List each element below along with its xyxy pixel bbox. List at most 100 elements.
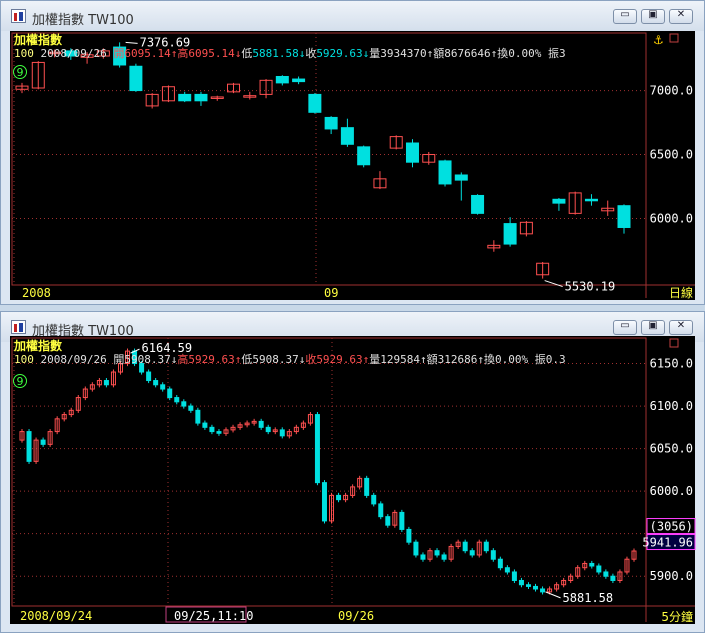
turnover-label: 換: [497, 47, 509, 60]
marker-label: 9: [17, 66, 24, 79]
restore-button[interactable]: ▣: [641, 320, 665, 335]
candle-body: [420, 554, 426, 560]
restore-button[interactable]: ▣: [641, 9, 665, 24]
candle-body: [103, 380, 109, 386]
candle-body: [308, 93, 322, 113]
anchor-icon: ⚓: [653, 33, 664, 47]
close-button[interactable]: ✕: [669, 9, 693, 24]
app-icon: [11, 9, 26, 23]
candle-body: [364, 477, 370, 496]
candle-body: [209, 426, 215, 433]
candle-body: [584, 198, 598, 202]
close-label: 收: [305, 353, 317, 366]
panel-icon: [669, 33, 679, 43]
candle-body: [438, 160, 452, 185]
candle-body: [406, 528, 412, 543]
open-label: 開: [113, 47, 125, 60]
candle-body: [160, 384, 166, 390]
candle-body: [258, 420, 264, 428]
candle-body: [405, 142, 419, 163]
minimize-button[interactable]: ▭: [613, 320, 637, 335]
low-annotation-leader: [545, 591, 561, 599]
close-icon: ✕: [676, 320, 686, 331]
quote-date: 2008/09/26: [40, 353, 107, 366]
candle-body: [434, 550, 440, 556]
period-label: 日線: [669, 285, 693, 300]
x-tick-label: 2008/09/24: [20, 609, 92, 623]
candle-body: [174, 397, 180, 403]
close-button[interactable]: ✕: [669, 320, 693, 335]
close-value: 5929.63: [316, 47, 363, 60]
candle-body: [441, 554, 447, 560]
amount-label: 額: [433, 47, 445, 60]
low-annotation: 5881.58: [563, 591, 614, 605]
candle-body: [195, 409, 201, 424]
y-tick-label: 6500.0: [650, 148, 693, 162]
y-tick-label: 6000.0: [650, 211, 693, 225]
quote-date: 2008/09/26: [40, 47, 107, 60]
candle-body: [490, 550, 496, 560]
candle-body: [40, 439, 46, 445]
candle-body: [533, 585, 539, 590]
minimize-icon: ▭: [620, 9, 630, 20]
candle-body: [265, 426, 271, 433]
turnover-value: 0.00%: [495, 353, 529, 366]
candle-body: [462, 541, 468, 552]
intraday-chart-window[interactable]: 加權指數 TW100 ▭ ▣ ✕ 5900.05950.06000.06050.…: [0, 311, 705, 633]
candle-body: [617, 205, 631, 228]
minimize-icon: ▭: [620, 320, 630, 331]
plot-border: [11, 337, 647, 607]
high-label: 高: [177, 353, 189, 366]
low-annotation-leader: [544, 280, 563, 288]
candle-body: [399, 511, 405, 530]
candle-body: [275, 75, 289, 84]
candle-body: [336, 494, 342, 501]
candle-body: [167, 388, 173, 399]
intraday-chart-area[interactable]: 5900.05950.06000.06050.06100.06150.05分鐘2…: [10, 336, 697, 624]
y-tick-label: 6000.0: [650, 484, 693, 498]
candle-body: [357, 146, 371, 166]
candle-body: [483, 541, 489, 552]
candle-body: [153, 380, 159, 386]
x-tick-label: 09/25,11:10: [174, 609, 253, 623]
up-arrow-icon: ↑: [420, 353, 427, 366]
daily-chart-area[interactable]: 6000.0 6500.0 7000.0 日線 2008 09 7376.69 5530.19…: [10, 31, 695, 300]
window-title: 加權指數 TW100: [32, 13, 134, 28]
candle-body: [603, 571, 609, 577]
amplitude-label: 振: [548, 47, 560, 60]
amount-value: 8676646: [444, 47, 491, 60]
daily-chart-window[interactable]: 加權指數 TW100 ▭ ▣ ✕ 6000.0 6500.0 7000.0 日線 200…: [0, 0, 705, 305]
low-label: 低: [241, 353, 253, 366]
amplitude-value: 0.3: [545, 353, 566, 366]
restore-icon: ▣: [648, 9, 658, 20]
candle-body: [504, 567, 510, 573]
candle-body: [194, 93, 208, 102]
amount-label: 額: [426, 353, 438, 366]
daily-candlestick-chart[interactable]: 6000.06500.07000.0日線2008 097376.695530.19…: [10, 31, 697, 300]
candle-body: [540, 588, 546, 593]
candle-body: [596, 565, 602, 573]
candle-body: [469, 550, 475, 556]
close-value: 5929.63: [316, 353, 363, 366]
candle-body: [129, 65, 143, 92]
symbol: 100: [14, 47, 34, 60]
candle-body: [371, 494, 377, 505]
open-value: 5908.37: [124, 353, 171, 366]
y-tick-label: 6150.0: [650, 357, 693, 371]
open-label: 開: [113, 353, 125, 366]
intraday-candlestick-chart[interactable]: 5900.05950.06000.06050.06100.06150.05分鐘2…: [10, 336, 697, 624]
candle-body: [471, 194, 485, 214]
low-annotation: 5530.19: [565, 280, 616, 294]
candle-body: [26, 431, 32, 462]
open-value: 6095.14: [124, 47, 171, 60]
title-bar[interactable]: 加權指數 TW100 ▭ ▣ ✕: [1, 1, 704, 31]
candle-body: [216, 431, 222, 434]
close-label: 收: [305, 47, 317, 60]
app-icon: [11, 320, 26, 334]
candle-body: [378, 503, 384, 518]
minimize-button[interactable]: ▭: [613, 9, 637, 24]
candle-body: [188, 405, 194, 411]
x-tick-label: 09: [324, 286, 338, 300]
candle-body: [454, 174, 468, 181]
candle-body: [497, 558, 503, 569]
